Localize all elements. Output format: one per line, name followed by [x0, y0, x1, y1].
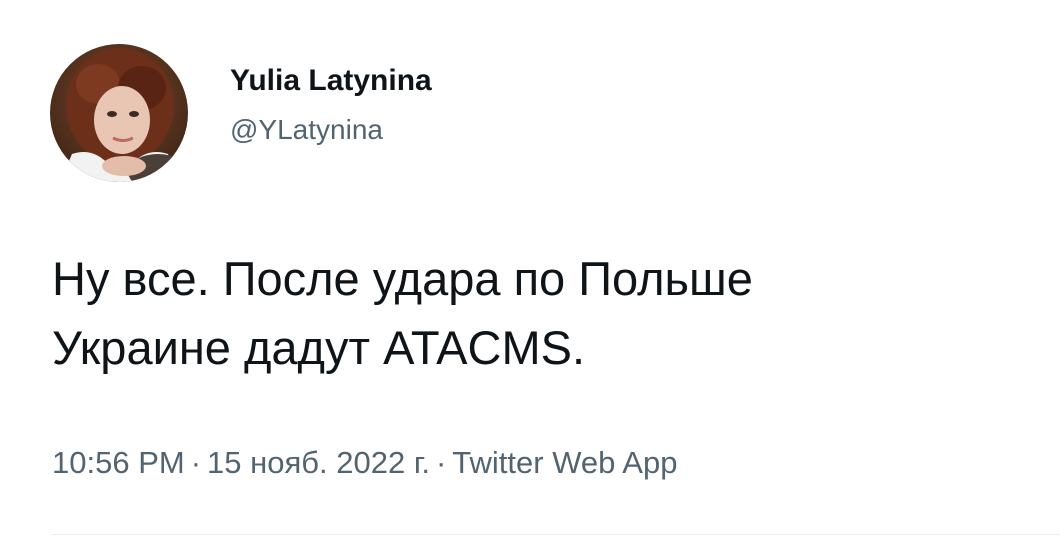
- meta-separator: ·: [435, 445, 447, 480]
- tweet-text: Ну все. После удара по Польше Украине да…: [52, 252, 753, 374]
- avatar-photo-icon: [50, 44, 188, 182]
- author-names: Yulia Latynina @YLatynina: [230, 64, 432, 146]
- tweet-time[interactable]: 10:56 PM: [52, 445, 185, 480]
- meta-separator: ·: [190, 445, 202, 480]
- tweet-card: Yulia Latynina @YLatynina Ну все. После …: [0, 0, 1060, 543]
- tweet-source[interactable]: Twitter Web App: [452, 445, 677, 480]
- tweet-date[interactable]: 15 нояб. 2022 г.: [207, 445, 430, 480]
- tweet-author: Yulia Latynina @YLatynina: [50, 44, 432, 182]
- avatar[interactable]: [50, 44, 188, 182]
- tweet-meta: 10:56 PM · 15 нояб. 2022 г. · Twitter Web Ap…: [52, 444, 677, 482]
- author-handle[interactable]: @YLatynina: [230, 114, 432, 146]
- divider: [52, 534, 1060, 535]
- author-display-name[interactable]: Yulia Latynina: [230, 64, 432, 98]
